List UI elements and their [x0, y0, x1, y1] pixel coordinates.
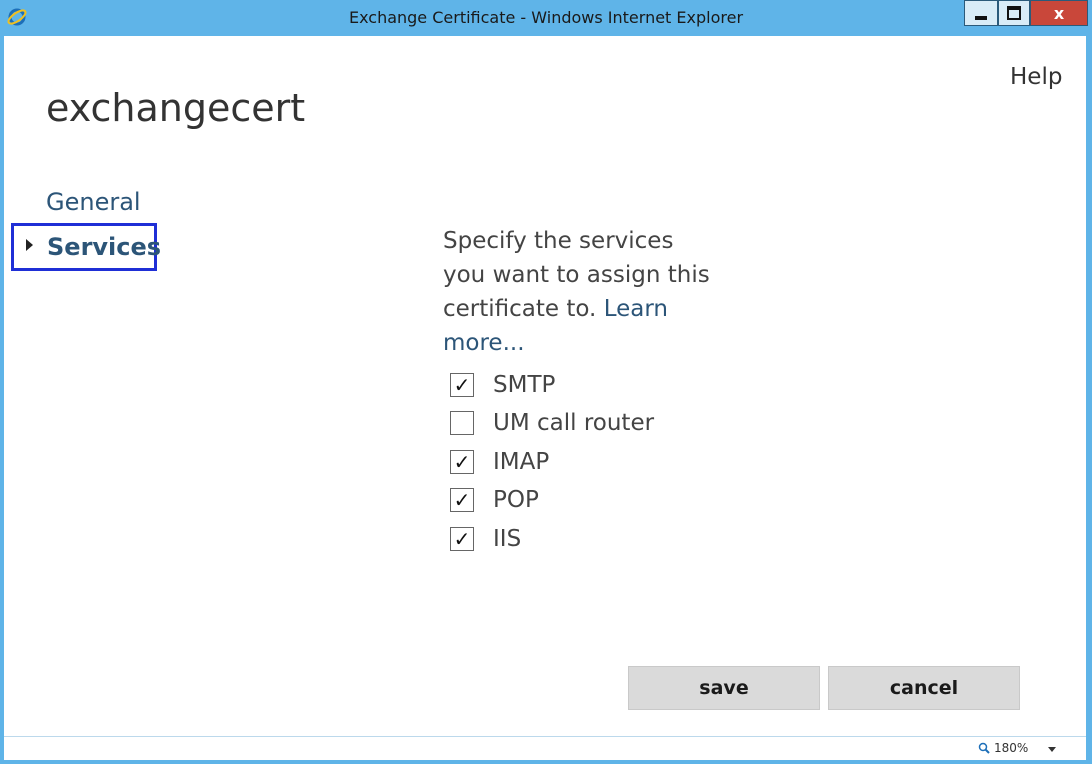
cancel-button[interactable]: cancel	[828, 666, 1020, 710]
nav-item-services-label: Services	[47, 233, 162, 261]
window-title: Exchange Certificate - Windows Internet …	[348, 8, 744, 27]
service-smtp[interactable]: ✓ SMTP	[450, 369, 710, 401]
iis-checkbox[interactable]: ✓	[450, 527, 474, 551]
maximize-icon	[1007, 6, 1021, 20]
zoom-control[interactable]: 180%	[978, 741, 1028, 755]
services-description: Specify the services you want to assign …	[443, 224, 713, 360]
browser-window: Exchange Certificate - Windows Internet …	[0, 0, 1092, 764]
help-link[interactable]: Help	[1010, 64, 1062, 90]
um-call-router-checkbox[interactable]	[450, 411, 474, 435]
nav-item-general[interactable]: General	[46, 188, 141, 216]
smtp-label: SMTP	[493, 372, 556, 398]
service-pop[interactable]: ✓ POP	[450, 484, 710, 516]
minimize-icon	[975, 16, 987, 20]
service-iis[interactable]: ✓ IIS	[450, 523, 710, 555]
pop-checkbox[interactable]: ✓	[450, 488, 474, 512]
um-call-router-label: UM call router	[493, 410, 655, 436]
title-bar: Exchange Certificate - Windows Internet …	[0, 0, 1092, 36]
zoom-magnifier-icon	[978, 742, 990, 754]
zoom-level: 180%	[994, 741, 1029, 755]
imap-label: IMAP	[493, 449, 550, 475]
selected-arrow-icon	[26, 239, 33, 251]
close-icon: x	[1053, 3, 1065, 23]
status-bar: 180%	[4, 736, 1086, 760]
description-text: Specify the services you want to assign …	[443, 228, 710, 322]
pop-label: POP	[493, 487, 539, 513]
smtp-checkbox[interactable]: ✓	[450, 373, 474, 397]
maximize-button[interactable]	[998, 0, 1030, 26]
service-imap[interactable]: ✓ IMAP	[450, 446, 710, 478]
minimize-button[interactable]	[964, 0, 998, 26]
zoom-dropdown-icon[interactable]	[1048, 747, 1056, 752]
close-button[interactable]: x	[1030, 0, 1088, 26]
save-button[interactable]: save	[628, 666, 820, 710]
page-content: Help exchangecert General Services Speci…	[4, 36, 1086, 736]
service-um-call-router[interactable]: UM call router	[450, 407, 710, 439]
page-title: exchangecert	[46, 86, 306, 130]
imap-checkbox[interactable]: ✓	[450, 450, 474, 474]
nav-item-services[interactable]: Services	[11, 223, 161, 271]
iis-label: IIS	[493, 526, 522, 552]
